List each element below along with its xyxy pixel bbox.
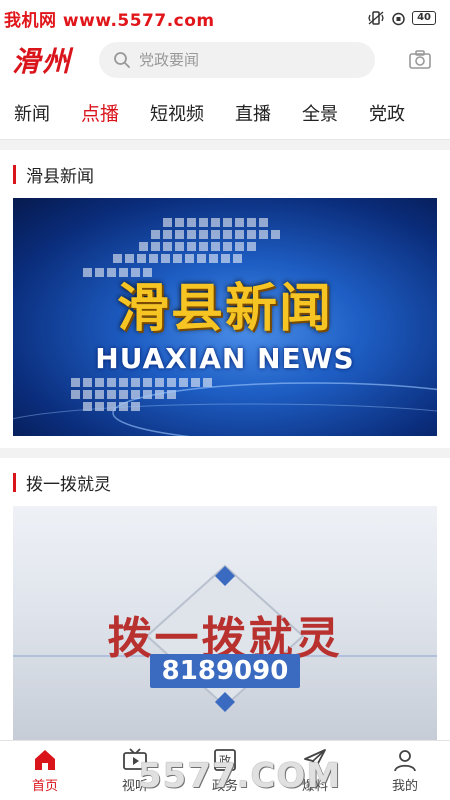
search-icon (114, 52, 130, 68)
site-watermark: 我机网 www.5577.com (4, 11, 215, 31)
video-thumbnail-huaxian-news[interactable]: 滑县新闻 HUAXIAN NEWS (13, 198, 437, 436)
nav-profile-label: 我的 (391, 779, 418, 794)
hotline-number: 8189090 (150, 654, 300, 688)
section-huaxian-news: 滑县新闻 滑县新闻 HUAXIAN NEWS (0, 150, 450, 448)
search-box[interactable] (99, 42, 375, 78)
section-title: 滑县新闻 (26, 166, 94, 187)
tab-panorama[interactable]: 全景 (302, 100, 338, 126)
section-accent-bar (13, 164, 16, 184)
app-header: 滑州 (0, 36, 450, 86)
home-icon (35, 750, 55, 770)
tab-party-affairs[interactable]: 党政 (369, 100, 405, 126)
category-tabs: 新闻 点播 短视频 直播 全景 党政 (0, 86, 450, 140)
nav-home-label: 首页 (31, 779, 58, 794)
thumbnail-title: 滑县新闻 (116, 278, 333, 339)
nav-home[interactable]: 首页 (0, 741, 90, 800)
thumbnail-subtitle: HUAXIAN NEWS (95, 342, 355, 375)
tab-short-video[interactable]: 短视频 (150, 100, 204, 126)
app-logo: 滑州 (12, 45, 73, 78)
alarm-icon (390, 10, 406, 26)
battery-indicator: 40 (412, 11, 436, 25)
search-input[interactable] (139, 51, 339, 69)
status-bar: 我机网 www.5577.com 40 (0, 0, 450, 36)
user-icon (394, 750, 416, 772)
section-title: 拨一拨就灵 (26, 474, 111, 495)
section-dial-hotline: 拨一拨就灵 拨一拨就灵 8189090 (0, 458, 450, 740)
nav-profile[interactable]: 我的 (360, 741, 450, 800)
tab-live[interactable]: 直播 (235, 100, 271, 126)
bottom-watermark: 5577.COM (138, 756, 342, 796)
tab-news[interactable]: 新闻 (14, 100, 50, 126)
section-accent-bar (13, 472, 16, 492)
vibrate-icon (368, 10, 384, 26)
section-header[interactable]: 拨一拨就灵 (13, 458, 437, 506)
status-icons: 40 (368, 10, 436, 26)
content-feed: 滑县新闻 滑县新闻 HUAXIAN NEWS 拨一拨就灵 拨一拨就灵 81890… (0, 150, 450, 740)
section-header[interactable]: 滑县新闻 (13, 150, 437, 198)
video-thumbnail-dial-hotline[interactable]: 拨一拨就灵 8189090 (13, 506, 437, 740)
tab-on-demand[interactable]: 点播 (81, 99, 119, 126)
camera-icon[interactable] (408, 48, 432, 72)
